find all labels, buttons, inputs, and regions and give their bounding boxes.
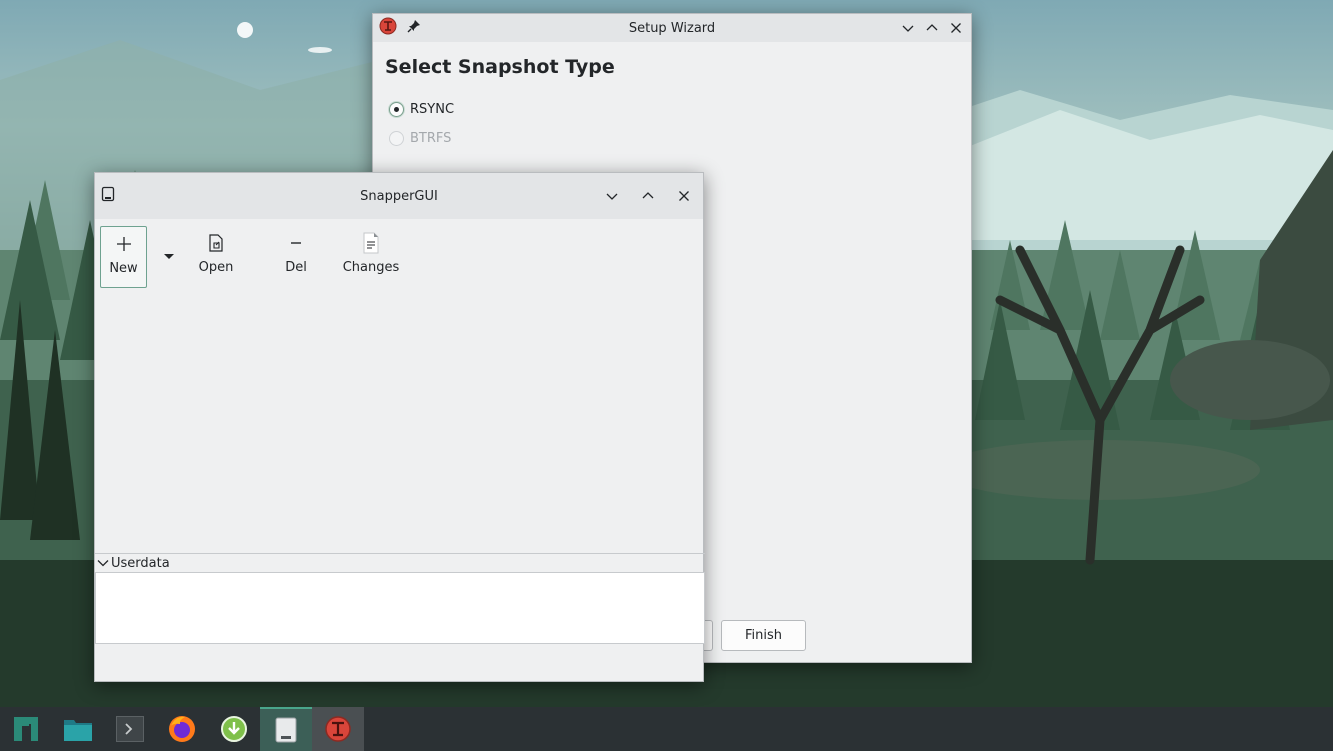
open-label: Open [198, 260, 234, 275]
close-icon [679, 191, 689, 201]
maximize-button[interactable] [923, 19, 941, 37]
snapper-window-icon[interactable] [101, 186, 115, 206]
firefox-icon [169, 716, 195, 742]
userdata-header[interactable]: Userdata [95, 553, 705, 572]
taskbar [0, 707, 1333, 751]
userdata-text-area[interactable] [95, 572, 705, 644]
chevron-up-icon [642, 192, 654, 199]
finish-button[interactable]: Finish [721, 620, 806, 651]
snappergui-task-button[interactable] [260, 707, 312, 751]
update-icon [221, 716, 247, 742]
timeshift-icon[interactable] [379, 17, 397, 39]
open-document-icon [208, 226, 224, 260]
rsync-radio[interactable] [389, 102, 404, 117]
btrfs-option: BTRFS [389, 131, 451, 146]
app-menu-button[interactable] [0, 707, 52, 751]
snapper-toolbar: New Open Del Changes [100, 226, 700, 288]
chevron-up-icon [926, 24, 938, 31]
changes-label: Changes [342, 260, 400, 275]
update-manager-button[interactable] [208, 707, 260, 751]
changes-button[interactable]: Changes [342, 226, 400, 288]
btrfs-label: BTRFS [410, 131, 452, 146]
snapper-title: SnapperGUI [360, 188, 438, 204]
plus-icon [115, 227, 133, 261]
close-button[interactable] [947, 19, 965, 37]
minimize-button[interactable] [603, 187, 621, 205]
file-manager-icon [64, 720, 92, 741]
terminal-icon [116, 716, 144, 742]
snapper-titlebar[interactable]: SnapperGUI [95, 173, 703, 219]
timeshift-icon [325, 716, 351, 742]
chevron-down-icon [606, 193, 618, 200]
file-manager-button[interactable] [52, 707, 104, 751]
app-menu-icon [14, 717, 38, 741]
rsync-option[interactable]: RSYNC [389, 102, 454, 117]
rsync-label: RSYNC [410, 102, 455, 117]
snappergui-icon [275, 717, 297, 743]
wizard-titlebar[interactable]: Setup Wizard [373, 14, 971, 42]
btrfs-radio [389, 131, 404, 146]
minimize-button[interactable] [899, 19, 917, 37]
terminal-button[interactable] [104, 707, 156, 751]
wizard-title: Setup Wizard [628, 20, 716, 36]
timeshift-task-button[interactable] [312, 707, 364, 751]
text-document-icon [362, 226, 380, 260]
close-button[interactable] [675, 187, 693, 205]
snappergui-window: SnapperGUI New Open Del Changes Userdata [94, 172, 705, 682]
pin-icon[interactable] [407, 19, 421, 37]
new-button[interactable]: New [100, 226, 147, 288]
new-label: New [109, 261, 138, 276]
close-icon [951, 23, 961, 33]
chevron-down-icon [902, 25, 914, 32]
wizard-heading: Select Snapshot Type [385, 56, 615, 78]
new-dropdown-arrow-icon[interactable] [164, 254, 174, 259]
firefox-button[interactable] [156, 707, 208, 751]
chevron-down-icon [97, 560, 109, 567]
del-label: Del [285, 260, 307, 275]
open-button[interactable]: Open [196, 226, 236, 288]
userdata-label: Userdata [111, 555, 170, 571]
minus-icon [289, 226, 303, 260]
delete-button[interactable]: Del [278, 226, 314, 288]
maximize-button[interactable] [639, 187, 657, 205]
